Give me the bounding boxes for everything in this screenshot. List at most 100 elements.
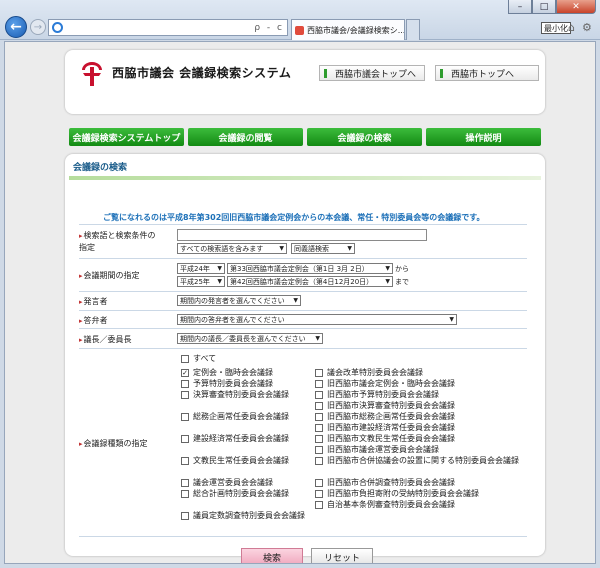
- speaker-label-text: 発言者: [83, 297, 108, 306]
- type-checkbox-left-7[interactable]: 総合計画特別委員会会議録: [181, 489, 319, 499]
- to-year-select[interactable]: 平成25年 ▼: [177, 276, 225, 287]
- home-icon[interactable]: ⌂: [568, 21, 575, 34]
- type-checkbox-left-4[interactable]: 建設経済常任委員会会議録: [181, 434, 319, 444]
- green-bar-icon: [324, 68, 327, 78]
- type-checkbox-right-10[interactable]: 旧西脇市負担寄附の受納特別委員会会議録: [315, 489, 537, 499]
- favicon-icon: [295, 25, 304, 35]
- type-checkbox-left-1[interactable]: 予算特別委員会会議録: [181, 379, 319, 389]
- ie-icon: [52, 22, 63, 33]
- type-label: 自治基本条例審査特別委員会会議録: [327, 500, 455, 509]
- back-button[interactable]: ←: [5, 16, 27, 38]
- checkbox-icon[interactable]: [315, 490, 323, 498]
- checkbox-icon[interactable]: [315, 446, 323, 454]
- type-checkbox-left-6[interactable]: 議会運営委員会会議録: [181, 478, 319, 488]
- type-checkbox-right-7[interactable]: 旧西脇市議会運営委員会会議録: [315, 445, 537, 455]
- chevron-down-icon: ▼: [293, 297, 298, 304]
- type-label: 旧西脇市議会運営委員会会議録: [327, 445, 439, 454]
- attendee-select[interactable]: 期間内の答弁者を選んでください ▼: [177, 314, 457, 325]
- checkbox-checked-icon[interactable]: ✓: [181, 369, 189, 377]
- type-checkbox-left-8[interactable]: 議員定数調査特別委員会会議録: [181, 511, 319, 521]
- minimize-tooltip: 最小化: [541, 22, 571, 34]
- search-refresh-icons[interactable]: ρ - c: [254, 23, 284, 33]
- checkbox-icon[interactable]: [181, 457, 189, 465]
- type-checkbox-right-9[interactable]: 旧西脇市合併調査特別委員会会議録: [315, 478, 537, 488]
- nav-search[interactable]: 会議録の検索: [307, 128, 422, 146]
- browser-tab[interactable]: 西脇市議会/会議録検索シ... ×: [291, 19, 405, 40]
- address-bar[interactable]: ρ - c: [48, 19, 288, 36]
- to-session-select[interactable]: 第42回西脇市議会定例会（第4日12月20日） ▼: [227, 276, 393, 287]
- green-bar-icon: [440, 68, 443, 78]
- checkbox-icon[interactable]: [315, 402, 323, 410]
- checkbox-icon[interactable]: [181, 413, 189, 421]
- from-year-value: 平成24年: [180, 264, 210, 273]
- type-checkbox-right-0[interactable]: 議会改革特別委員会会議録: [315, 368, 537, 378]
- type-checkbox-left-0[interactable]: ✓ 定例会・臨時会会議録: [181, 368, 319, 378]
- type-checkbox-right-2[interactable]: 旧西脇市予算特別委員会会議録: [315, 390, 537, 400]
- checkbox-icon[interactable]: [181, 355, 189, 363]
- reset-button[interactable]: リセット: [311, 548, 373, 563]
- checkbox-icon[interactable]: [181, 391, 189, 399]
- from-session-select[interactable]: 第33回西脇市議会定例会（第1日 3月 2日） ▼: [227, 263, 393, 274]
- type-label: 旧西脇市総務企画常任委員会会議録: [327, 412, 455, 421]
- search-button[interactable]: 検索: [241, 548, 303, 563]
- checkbox-icon[interactable]: [181, 490, 189, 498]
- type-checkbox-right-1[interactable]: 旧西脇市議会定例会・臨時会会議録: [315, 379, 537, 389]
- nav-help[interactable]: 操作説明: [426, 128, 541, 146]
- types-label: ▸会議録種類の指定: [79, 438, 148, 449]
- type-checkbox-right-4[interactable]: 旧西脇市総務企画常任委員会会議録: [315, 412, 537, 422]
- checkbox-icon[interactable]: [315, 369, 323, 377]
- type-label: 定例会・臨時会会議録: [193, 368, 273, 377]
- type-checkbox-left-3[interactable]: 総務企画常任委員会会議録: [181, 412, 319, 422]
- close-window-button[interactable]: ✕: [556, 0, 596, 14]
- type-label: 議会運営委員会会議録: [193, 478, 273, 487]
- type-label: 旧西脇市合併調査特別委員会会議録: [327, 478, 455, 487]
- speaker-select[interactable]: 期間内の発言者を選んでください ▼: [177, 295, 301, 306]
- type-label: 文教民生常任委員会会議録: [193, 456, 289, 465]
- checkbox-icon[interactable]: [181, 479, 189, 487]
- type-label: 旧西脇市負担寄附の受納特別委員会会議録: [327, 489, 479, 498]
- checkbox-icon[interactable]: [315, 413, 323, 421]
- forward-button[interactable]: →: [30, 19, 46, 35]
- gear-icon[interactable]: ⚙: [582, 21, 592, 34]
- type-all-checkbox[interactable]: すべて: [181, 354, 216, 364]
- type-label: 建設経済常任委員会会議録: [193, 434, 289, 443]
- type-label: 旧西脇市建設経済常任委員会会議録: [327, 423, 455, 432]
- council-top-link[interactable]: 西脇市議会トップへ: [319, 65, 425, 81]
- type-checkbox-right-3[interactable]: 旧西脇市決算審査特別委員会会議録: [315, 401, 537, 411]
- type-checkbox-right-6[interactable]: 旧西脇市文教民生常任委員会会議録: [315, 434, 537, 444]
- panel-title: 会議録の検索: [73, 163, 128, 173]
- checkbox-icon[interactable]: [315, 391, 323, 399]
- city-top-link[interactable]: 西脇市トップへ: [435, 65, 539, 81]
- checkbox-icon[interactable]: [181, 512, 189, 520]
- type-checkbox-left-2[interactable]: 決算審査特別委員会会議録: [181, 390, 319, 400]
- checkbox-icon[interactable]: [315, 457, 323, 465]
- window-controls: – □ ✕: [508, 0, 596, 14]
- nav-browse[interactable]: 会議録の閲覧: [188, 128, 303, 146]
- checkbox-icon[interactable]: [181, 380, 189, 388]
- keyword-condition-select[interactable]: すべての検索語を含みます ▼: [177, 243, 287, 254]
- to-suffix: まで: [395, 278, 409, 286]
- arrow-icon: ▸: [79, 272, 83, 280]
- keyword-input[interactable]: [177, 229, 427, 241]
- type-checkbox-right-8[interactable]: 旧西脇市合併協議会の設置に関する特別委員会会議録: [315, 456, 537, 466]
- keyword-match-select[interactable]: 同義語検索 ▼: [291, 243, 355, 254]
- minimize-button[interactable]: –: [508, 0, 532, 14]
- browser-chrome: – □ ✕ ← → ρ - c 西脇市議会/会議録検索シ... × 最小化 ⌂ …: [0, 0, 600, 40]
- from-year-select[interactable]: 平成24年 ▼: [177, 263, 225, 274]
- checkbox-icon[interactable]: [315, 424, 323, 432]
- checkbox-icon[interactable]: [181, 435, 189, 443]
- maximize-button[interactable]: □: [532, 0, 556, 14]
- checkbox-icon[interactable]: [315, 435, 323, 443]
- type-checkbox-right-11[interactable]: 自治基本条例審査特別委員会会議録: [315, 500, 537, 510]
- checkbox-icon[interactable]: [315, 479, 323, 487]
- checkbox-icon[interactable]: [315, 501, 323, 509]
- attendee-label-text: 答弁者: [83, 316, 108, 325]
- checkbox-icon[interactable]: [315, 380, 323, 388]
- chair-value: 期間内の議長／委員長を選んでください: [180, 334, 306, 343]
- nav-system-top[interactable]: 会議録検索システムトップ: [69, 128, 184, 146]
- type-checkbox-right-5[interactable]: 旧西脇市建設経済常任委員会会議録: [315, 423, 537, 433]
- chair-select[interactable]: 期間内の議長／委員長を選んでください ▼: [177, 333, 323, 344]
- new-tab-button[interactable]: [406, 19, 420, 40]
- type-checkbox-left-5[interactable]: 文教民生常任委員会会議録: [181, 456, 319, 466]
- from-suffix: から: [395, 265, 409, 273]
